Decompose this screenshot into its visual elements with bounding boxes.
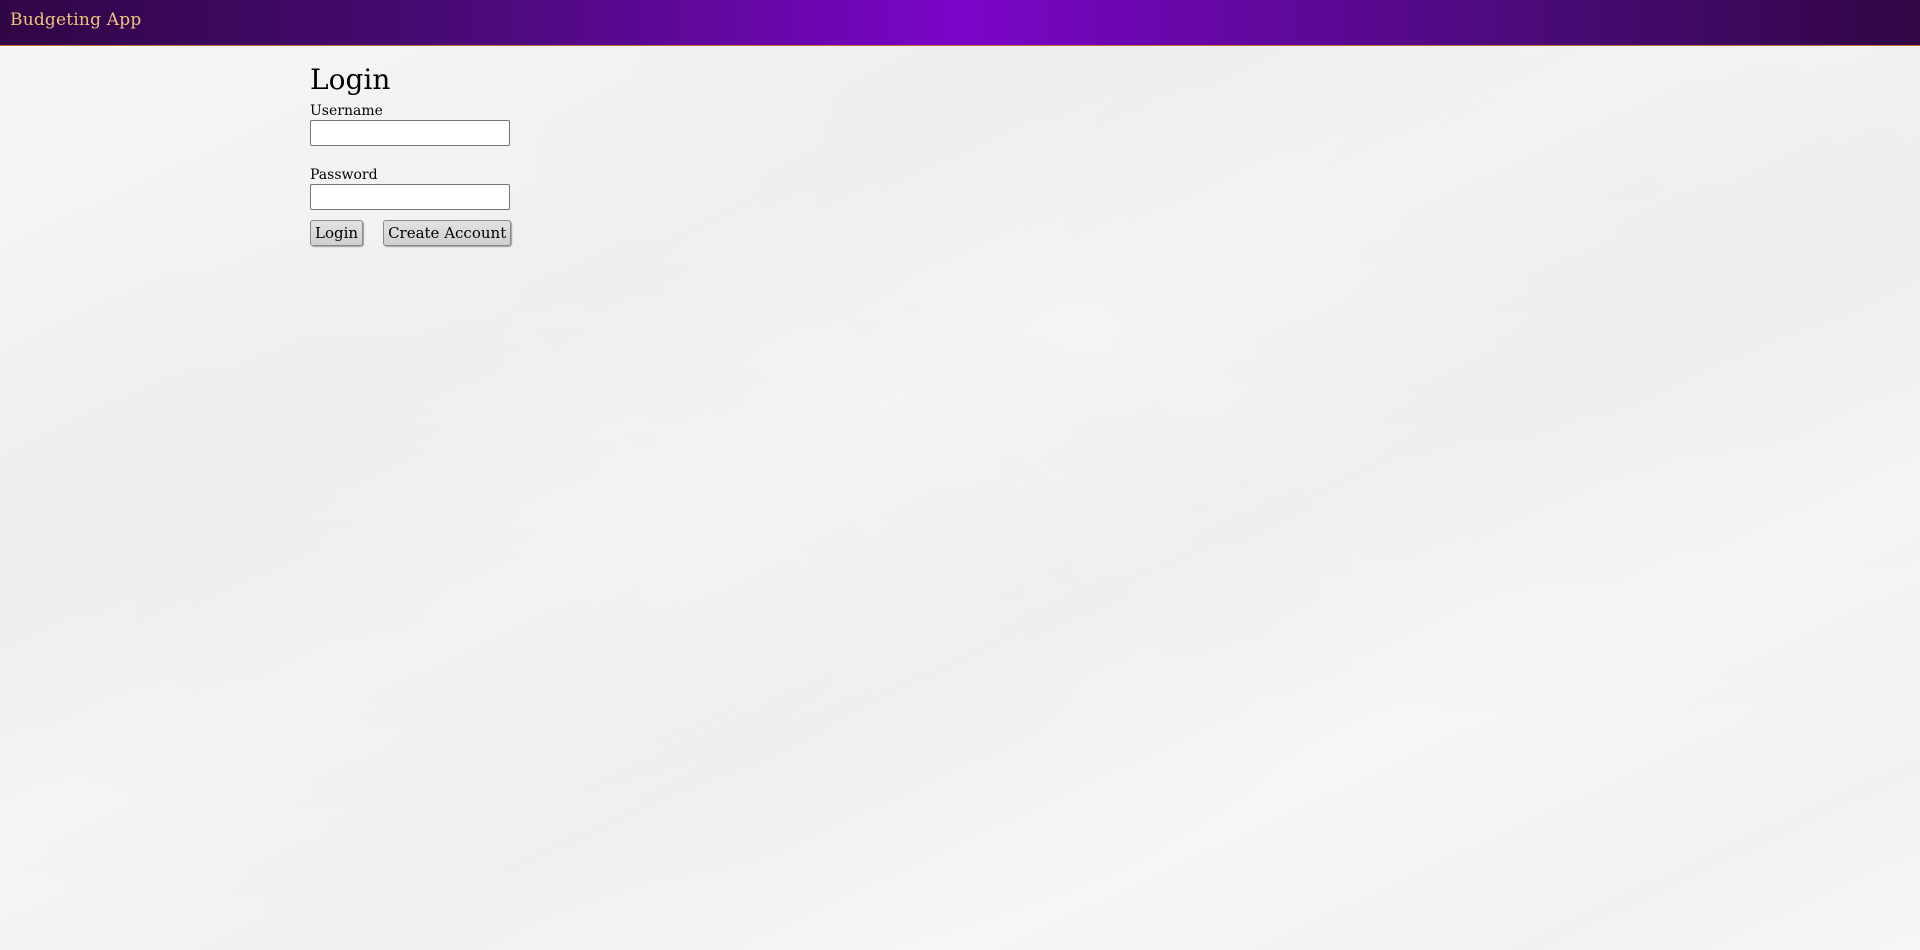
password-label: Password xyxy=(310,167,378,183)
login-button[interactable]: Login xyxy=(310,220,364,246)
app-title[interactable]: Budgeting App xyxy=(10,10,141,30)
username-input[interactable] xyxy=(310,120,510,146)
app-header: Budgeting App xyxy=(0,0,1920,46)
password-group: Password xyxy=(310,166,511,210)
username-group: Username xyxy=(310,102,511,146)
create-account-button[interactable]: Create Account xyxy=(383,220,512,246)
username-label: Username xyxy=(310,103,383,119)
password-input[interactable] xyxy=(310,184,510,210)
login-form: Login Username Password Login Create Acc… xyxy=(310,60,512,246)
button-row: Login Create Account xyxy=(310,220,512,246)
page-title: Login xyxy=(310,63,391,96)
